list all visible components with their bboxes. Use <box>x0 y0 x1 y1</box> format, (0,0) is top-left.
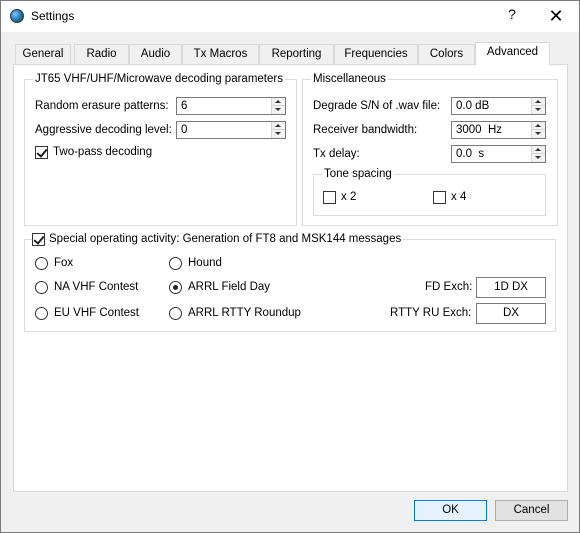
ok-button[interactable]: OK <box>414 500 487 521</box>
x2-label: x 2 <box>341 191 357 203</box>
tab-advanced[interactable]: Advanced <box>475 42 550 66</box>
tab-colors[interactable]: Colors <box>418 44 475 64</box>
rtty-exch-input[interactable]: DX <box>476 303 546 324</box>
app-globe-icon <box>10 9 24 23</box>
degrade-label: Degrade S/N of .wav file: <box>313 100 441 112</box>
aggressive-spinbox[interactable]: 0 <box>176 121 286 139</box>
fd-exch-input[interactable]: 1D DX <box>476 277 546 298</box>
spin-up-icon[interactable] <box>532 146 545 154</box>
two-pass-checkbox[interactable] <box>35 146 48 159</box>
spin-down-icon[interactable] <box>272 106 285 114</box>
tx-delay-value: 0.0 s <box>456 148 485 160</box>
tab-radio[interactable]: Radio <box>74 44 129 64</box>
help-button[interactable]: ? <box>501 6 523 26</box>
title-bar: Settings ? ✕ <box>1 1 579 32</box>
arrl-field-day-label: ARRL Field Day <box>188 281 271 293</box>
tab-reporting[interactable]: Reporting <box>259 44 334 64</box>
radio-eu-vhf-contest[interactable] <box>35 307 48 320</box>
spin-down-icon[interactable] <box>532 154 545 162</box>
spin-up-icon[interactable] <box>532 122 545 130</box>
rx-bandwidth-label: Receiver bandwidth: <box>313 124 418 136</box>
settings-window: Settings ? ✕ General Radio Audio Tx Macr… <box>0 0 580 533</box>
jt65-group: JT65 VHF/UHF/Microwave decoding paramete… <box>24 72 297 226</box>
hound-label: Hound <box>188 257 222 269</box>
tx-delay-label: Tx delay: <box>313 148 360 160</box>
special-activity-group: Special operating activity: Generation o… <box>24 232 556 332</box>
spin-down-icon[interactable] <box>532 130 545 138</box>
spin-down-icon[interactable] <box>532 106 545 114</box>
eu-vhf-contest-label: EU VHF Contest <box>54 307 139 319</box>
aggressive-label: Aggressive decoding level: <box>35 124 172 136</box>
advanced-tab-panel: JT65 VHF/UHF/Microwave decoding paramete… <box>13 64 568 492</box>
misc-group-title: Miscellaneous <box>311 72 388 86</box>
tone-spacing-title: Tone spacing <box>322 167 394 181</box>
cancel-button[interactable]: Cancel <box>495 500 568 521</box>
degrade-value: 0.0 dB <box>456 100 490 112</box>
radio-hound[interactable] <box>169 257 182 270</box>
close-button[interactable]: ✕ <box>541 4 571 28</box>
rx-bandwidth-value: 3000 Hz <box>456 124 503 136</box>
arrl-rtty-roundup-label: ARRL RTTY Roundup <box>188 307 301 319</box>
window-title: Settings <box>31 9 75 23</box>
aggressive-value: 0 <box>181 124 188 136</box>
random-erasure-label: Random erasure patterns: <box>35 100 169 112</box>
jt65-group-title: JT65 VHF/UHF/Microwave decoding paramete… <box>33 72 285 86</box>
na-vhf-contest-label: NA VHF Contest <box>54 281 139 293</box>
x4-label: x 4 <box>451 191 467 203</box>
x4-checkbox[interactable] <box>433 191 446 204</box>
tab-tx-macros[interactable]: Tx Macros <box>182 44 259 64</box>
spin-up-icon[interactable] <box>272 98 285 106</box>
spin-up-icon[interactable] <box>272 122 285 130</box>
radio-na-vhf-contest[interactable] <box>35 281 48 294</box>
radio-fox[interactable] <box>35 257 48 270</box>
spin-up-icon[interactable] <box>532 98 545 106</box>
x2-checkbox[interactable] <box>323 191 336 204</box>
special-activity-title: Special operating activity: Generation o… <box>47 232 404 246</box>
tab-general[interactable]: General <box>15 44 71 64</box>
special-activity-checkbox[interactable] <box>32 233 45 246</box>
random-erasure-value: 6 <box>181 100 188 112</box>
tx-delay-spinbox[interactable]: 0.0 s <box>451 145 546 163</box>
tone-spacing-group: Tone spacing x 2 x 4 <box>313 167 546 216</box>
tab-frequencies[interactable]: Frequencies <box>334 44 418 64</box>
radio-arrl-rtty-roundup[interactable] <box>169 307 182 320</box>
fd-exch-label: FD Exch: <box>425 281 473 293</box>
random-erasure-spinbox[interactable]: 6 <box>176 97 286 115</box>
two-pass-label: Two-pass decoding <box>53 146 153 158</box>
rx-bandwidth-spinbox[interactable]: 3000 Hz <box>451 121 546 139</box>
radio-arrl-field-day[interactable] <box>169 281 182 294</box>
degrade-spinbox[interactable]: 0.0 dB <box>451 97 546 115</box>
misc-group: Miscellaneous Degrade S/N of .wav file: … <box>302 72 558 226</box>
fox-label: Fox <box>54 257 74 269</box>
spin-down-icon[interactable] <box>272 130 285 138</box>
rtty-exch-label: RTTY RU Exch: <box>390 307 472 319</box>
tab-audio[interactable]: Audio <box>129 44 182 64</box>
